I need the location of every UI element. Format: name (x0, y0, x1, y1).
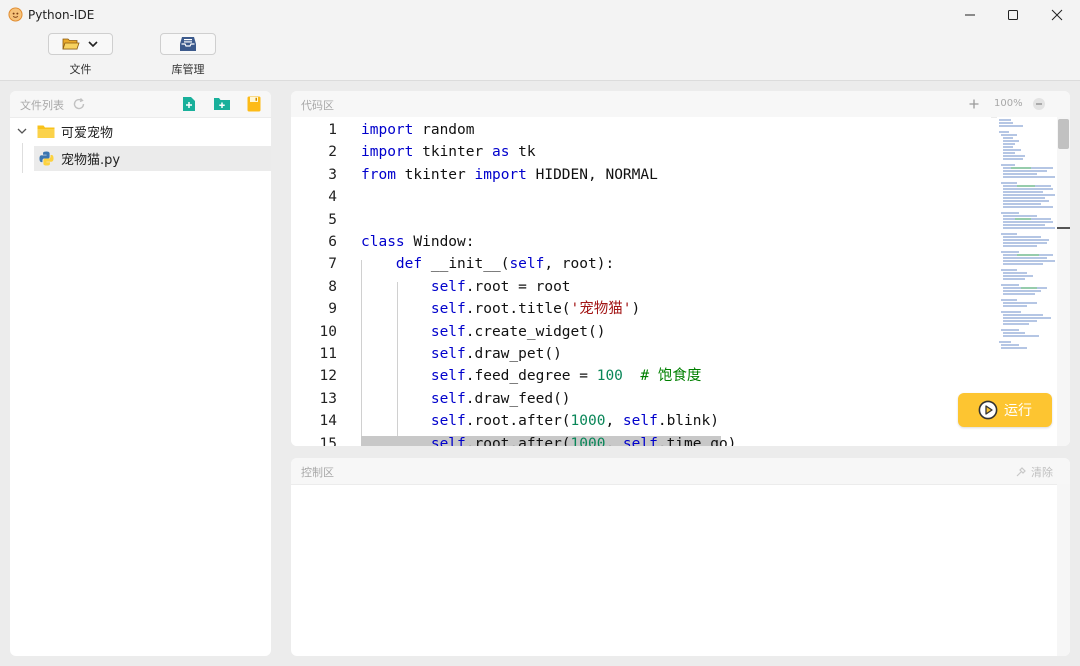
code-editor[interactable]: 1 import random 2 import tkinter as tk 3 fr… (291, 117, 991, 446)
maximize-icon (1008, 10, 1018, 20)
code-line: 2 import tkinter as tk (328, 144, 536, 161)
save-icon[interactable] (247, 96, 261, 112)
console-scrollbar[interactable] (1057, 484, 1070, 656)
chevron-down-icon (87, 41, 98, 48)
tree-folder-item[interactable]: 可爱宠物 (10, 119, 271, 143)
code-line: 11 self.draw_pet() (319, 346, 562, 362)
folder-label: 可爱宠物 (61, 125, 114, 141)
zoom-out-icon[interactable] (1032, 97, 1046, 111)
code-line: 3 from tkinter import HIDDEN, NORMAL (328, 166, 658, 183)
code-line: 10 self.create_widget() (319, 323, 606, 340)
code-line: 15 self.root.after(1000, self.time_go) (319, 435, 737, 446)
folder-open-icon (61, 38, 80, 50)
code-line: 6 class Window: (328, 234, 475, 250)
code-panel-title: 代码区 (301, 99, 334, 112)
file-list-header: 文件列表 (10, 91, 271, 118)
minimize-button[interactable] (947, 0, 993, 30)
code-line: 12 self.feed_degree = 100 # 饱食度 (319, 368, 702, 385)
code-line: 8 self.root = root (328, 278, 571, 295)
new-folder-icon[interactable] (213, 97, 231, 111)
clear-button[interactable]: 清除 (1015, 464, 1053, 480)
scroll-position-marker (1057, 227, 1070, 229)
code-line: 14 self.root.after(1000, self.blink) (319, 413, 719, 430)
clear-label: 清除 (1031, 466, 1053, 479)
code-line: 13 self.draw_feed() (319, 390, 571, 407)
file-list-panel: 文件列表 可爱宠物 宠物猫.py (10, 91, 271, 656)
maximize-button[interactable] (990, 0, 1036, 30)
run-label: 运行 (1004, 403, 1032, 419)
code-header: 代码区 100% (291, 91, 1070, 118)
code-line: 5 (328, 211, 337, 228)
play-circle-icon (978, 400, 998, 420)
zoom-in-icon[interactable] (968, 98, 980, 110)
python-file-icon (39, 151, 54, 166)
toolbar: 文件 库管理 (0, 30, 1080, 81)
file-menu-button[interactable] (48, 33, 113, 55)
scrollbar-thumb[interactable] (1058, 119, 1069, 149)
file-list-title: 文件列表 (20, 99, 64, 112)
console-output[interactable] (291, 484, 1057, 656)
tree-guide-line (22, 143, 23, 173)
file-label: 宠物猫.py (61, 153, 121, 168)
code-line: 9 self.root.title('宠物猫') (328, 301, 641, 318)
code-line: 7 def __init__(self, root): (328, 256, 615, 273)
close-button[interactable] (1034, 0, 1080, 30)
console-panel: 控制区 清除 (291, 458, 1070, 656)
title-bar: Python-IDE (0, 0, 1080, 30)
code-line: 4 (328, 189, 337, 206)
run-button[interactable]: 运行 (958, 393, 1052, 427)
inbox-tray-icon (180, 37, 196, 51)
zoom-level: 100% (994, 98, 1023, 109)
code-line: 1 import random (328, 122, 475, 138)
library-label: 库管理 (171, 63, 205, 76)
new-file-icon[interactable] (182, 96, 196, 112)
minimize-icon (965, 14, 975, 16)
close-icon (1051, 9, 1063, 21)
vertical-scrollbar[interactable] (1057, 117, 1070, 446)
library-manager-button[interactable] (160, 33, 216, 55)
chevron-down-icon[interactable] (16, 126, 28, 136)
code-panel: 代码区 100% 1 import random 2 import tkinter … (291, 91, 1070, 446)
tree-file-item-selected[interactable]: 宠物猫.py (34, 146, 271, 171)
app-logo-icon (8, 7, 23, 22)
folder-icon (37, 125, 55, 138)
window-title: Python-IDE (28, 8, 95, 22)
refresh-icon[interactable] (72, 97, 86, 111)
file-label: 文件 (69, 63, 92, 76)
console-header: 控制区 清除 (291, 458, 1070, 485)
console-panel-title: 控制区 (301, 466, 334, 479)
broom-icon (1016, 467, 1026, 477)
